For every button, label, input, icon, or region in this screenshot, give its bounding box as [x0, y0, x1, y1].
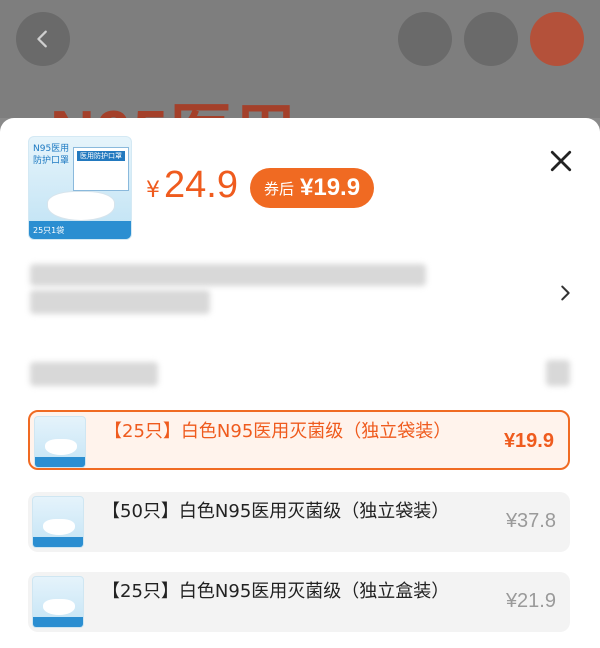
- background-page: N95医用: [0, 0, 600, 118]
- top-action-1[interactable]: [398, 12, 452, 66]
- redacted-section-tail: [546, 360, 570, 386]
- redacted-section-label: [30, 362, 158, 386]
- top-action-2[interactable]: [464, 12, 518, 66]
- option-name: 【50只】白色N95医用灭菌级（独立袋装）: [102, 501, 450, 522]
- sku-option-2[interactable]: 【50只】白色N95医用灭菌级（独立袋装） ¥37.8: [28, 492, 570, 552]
- option-name: 【25只】白色N95医用灭菌级（独立盒装）: [102, 581, 450, 602]
- option-price: ¥37.8: [505, 510, 556, 532]
- coupon-price-badge: 券后 ¥19.9: [250, 168, 375, 208]
- option-thumbnail: [34, 416, 86, 468]
- sku-selector-sheet: N95医用防护口罩 医用防护口罩 25只1袋 ¥ 24.9 券后 ¥19.9 【…: [0, 118, 600, 648]
- top-action-3[interactable]: [530, 12, 584, 66]
- mask-image: [47, 191, 115, 221]
- option-thumbnail: [32, 576, 84, 628]
- thumbnail-label: N95医用防护口罩: [33, 144, 70, 166]
- option-thumbnail: [32, 496, 84, 548]
- chevron-right-icon[interactable]: [554, 282, 576, 304]
- sku-option-1[interactable]: 【25只】白色N95医用灭菌级（独立袋装） ¥19.9: [28, 410, 570, 470]
- background-title: N95医用: [50, 82, 298, 118]
- close-icon[interactable]: [546, 146, 576, 176]
- thumbnail-box-text: 医用防护口罩: [77, 151, 125, 161]
- currency-symbol: ¥: [146, 178, 160, 203]
- thumbnail-box: 医用防护口罩: [73, 147, 129, 191]
- option-name: 【25只】白色N95医用灭菌级（独立袋装）: [104, 421, 452, 442]
- option-price: ¥21.9: [505, 590, 556, 612]
- redacted-address-line2: [30, 290, 210, 314]
- coupon-tag: 券后: [264, 179, 295, 198]
- option-price: ¥19.9: [503, 430, 554, 452]
- thumbnail-footer: 25只1袋: [29, 221, 131, 239]
- coupon-price: ¥19.9: [300, 174, 361, 201]
- redacted-address: [30, 264, 426, 286]
- chevron-left-icon: [37, 30, 47, 48]
- back-button[interactable]: [16, 12, 70, 66]
- product-thumbnail: N95医用防护口罩 医用防护口罩 25只1袋: [28, 136, 132, 240]
- price-value: 24.9: [164, 164, 238, 206]
- sku-option-3[interactable]: 【25只】白色N95医用灭菌级（独立盒装） ¥21.9: [28, 572, 570, 632]
- product-price: ¥ 24.9: [146, 164, 238, 207]
